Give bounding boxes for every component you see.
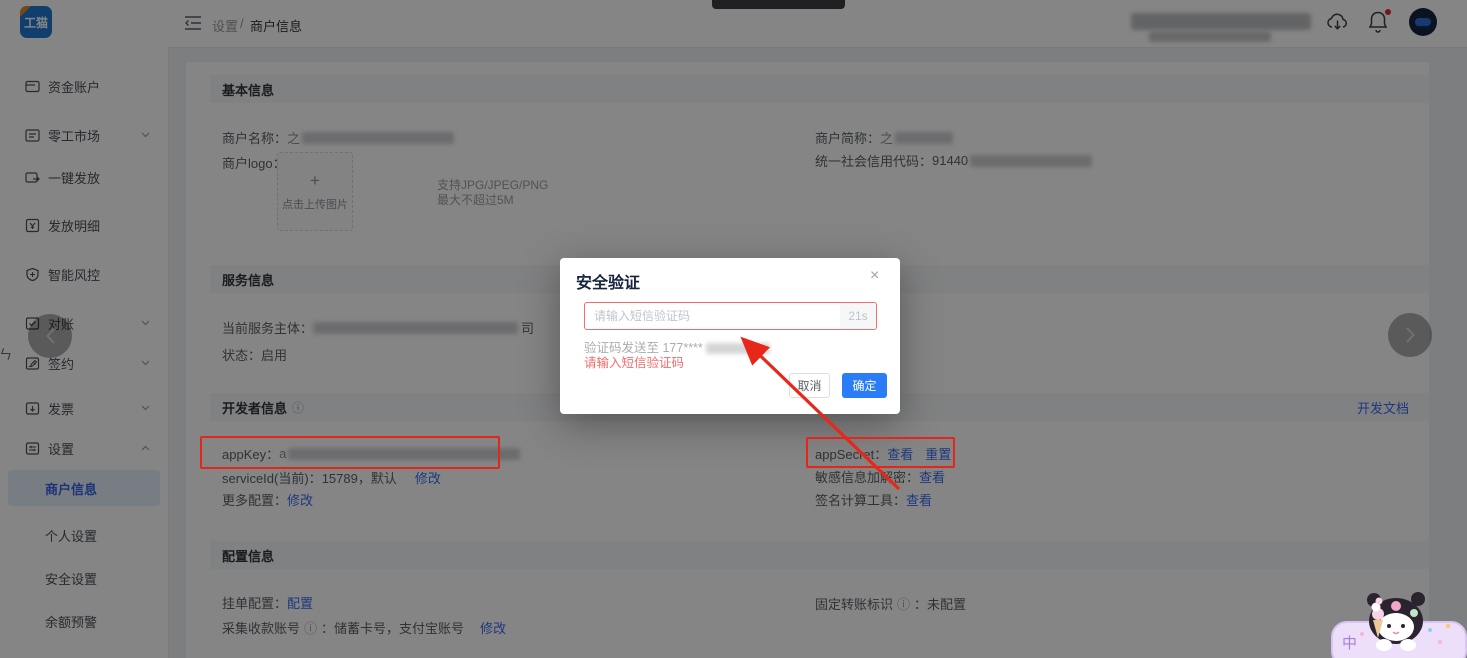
modal-title: 安全验证 bbox=[576, 269, 640, 293]
redacted-phone bbox=[706, 343, 770, 354]
validation-error-text: 请输入短信验证码 bbox=[584, 352, 684, 371]
sms-code-input[interactable] bbox=[585, 303, 840, 329]
merchant-info-page: 工猫 资金账户 零工市场 一键发放 发放明细 智能风控 对账 签约 发票 设置 bbox=[0, 0, 1467, 658]
countdown-timer: 21s bbox=[840, 303, 876, 329]
annotation-rect-appsecret bbox=[806, 437, 955, 468]
security-verify-modal: 安全验证 × 21s 验证码发送至 177**** 请输入短信验证码 取消 确定 bbox=[560, 258, 900, 414]
sms-code-input-wrap: 21s bbox=[584, 302, 877, 330]
confirm-button[interactable]: 确定 bbox=[842, 373, 887, 398]
cancel-button[interactable]: 取消 bbox=[789, 373, 830, 398]
annotation-rect-appkey bbox=[200, 436, 500, 469]
close-icon[interactable]: × bbox=[870, 267, 879, 285]
